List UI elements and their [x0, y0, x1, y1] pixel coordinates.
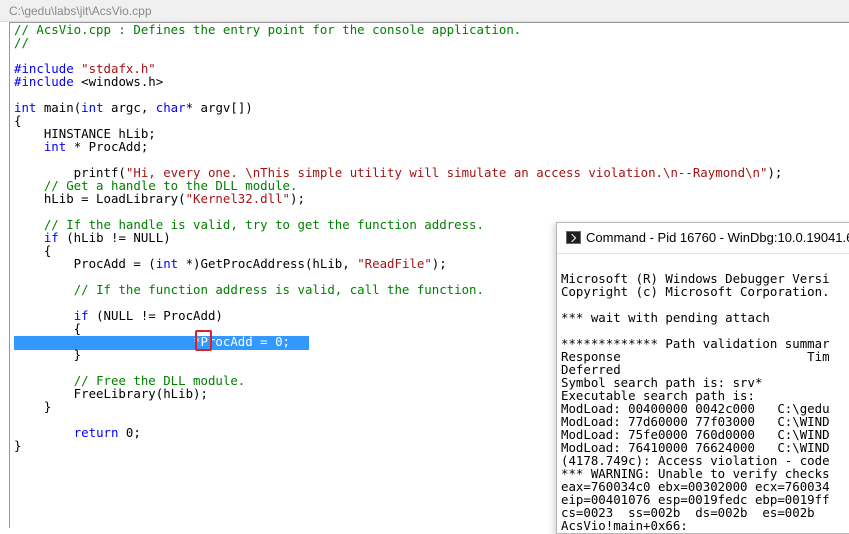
code-line[interactable]: // AcsVio.cpp : Defines the entry point … [14, 23, 782, 36]
code-token: main( [36, 100, 82, 115]
command-window-titlebar[interactable]: Command - Pid 16760 - WinDbg:10.0.19041.… [557, 223, 849, 254]
code-token: return [73, 425, 119, 440]
code-token: int [81, 100, 104, 115]
command-window-title: Command - Pid 16760 - WinDbg:10.0.19041.… [586, 230, 849, 245]
code-token: #include [14, 74, 82, 89]
code-line[interactable]: #include <windows.h> [14, 75, 782, 88]
code-token: ); [290, 191, 305, 206]
code-token: char [155, 100, 186, 115]
code-token: "ReadFile" [357, 256, 432, 271]
command-output-line: Copyright (c) Microsoft Corporation. [561, 284, 830, 299]
code-token: ); [767, 165, 783, 180]
code-token: ProcAdd = ( [14, 256, 156, 271]
code-token: (hLib != NULL) [58, 230, 171, 245]
code-token: *)GetProcAddress(hLib, [178, 256, 358, 271]
code-token: } [14, 399, 52, 414]
command-output-line: AcsVio!main+0x66: [561, 518, 688, 533]
window-title: C:\gedu\labs\jit\AcsVio.cpp [0, 0, 849, 22]
code-token: 0; [118, 425, 141, 440]
code-token: // AcsVio.cpp : Defines the entry point … [14, 22, 522, 37]
code-token: argc, [103, 100, 156, 115]
code-token: // [14, 35, 29, 50]
code-line[interactable]: int main(int argc, char* argv[]) [14, 101, 782, 114]
code-token: * ProcAdd; [66, 139, 149, 154]
code-token: int [43, 139, 67, 154]
command-output[interactable]: Microsoft (R) Windows Debugger Versi Copy… [561, 259, 830, 532]
code-token: } [14, 347, 82, 362]
code-token: // If the function address is valid, cal… [73, 282, 484, 297]
code-token: * argv[]) [185, 100, 253, 115]
code-token: ); [431, 256, 447, 271]
code-token: <windows.h> [81, 74, 164, 89]
fault-location-marker [195, 330, 212, 351]
code-line[interactable]: int * ProcAdd; [14, 140, 782, 153]
console-icon [566, 231, 581, 244]
command-output-line: *** wait with pending attach [561, 310, 770, 325]
windbg-command-window[interactable]: Command - Pid 16760 - WinDbg:10.0.19041.… [556, 222, 849, 534]
code-token: "Kernel32.dll" [185, 191, 291, 206]
code-line[interactable]: hLib = LoadLibrary("Kernel32.dll"); [14, 192, 782, 205]
code-token: } [14, 438, 22, 453]
code-token: hLib = LoadLibrary( [14, 191, 186, 206]
code-token: (NULL != ProcAdd) [88, 308, 223, 323]
code-line[interactable]: // [14, 36, 782, 49]
code-token: int [155, 256, 179, 271]
